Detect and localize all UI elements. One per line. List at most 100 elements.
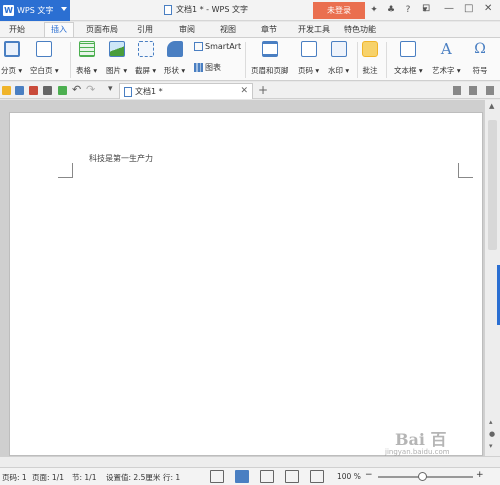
title-bar: W WPS 文字 文档1 * - WPS 文字 未登录 ✦ ♣ ? ▾ ⊡ — … [0, 0, 500, 21]
help-icon[interactable]: ? [402, 3, 414, 16]
page-view-button[interactable] [235, 470, 249, 483]
app-name: WPS 文字 [17, 6, 54, 15]
select-browse-icon[interactable]: ● [489, 430, 495, 438]
outline-view-button[interactable] [260, 470, 274, 483]
ribbon-divider [70, 42, 71, 78]
picture-button[interactable]: 图片 ▾ [106, 41, 127, 76]
margin-corner-top-right [458, 163, 473, 178]
comment-button[interactable]: 批注 [362, 41, 378, 76]
screenshot-button[interactable]: 截屏 ▾ [135, 41, 156, 76]
wordart-button[interactable]: A 艺术字 ▾ [432, 41, 461, 76]
tab-developer[interactable]: 开发工具 [298, 24, 330, 35]
blank-page-icon [36, 41, 53, 57]
undo-icon[interactable]: ↶ [72, 83, 81, 96]
open-icon[interactable] [2, 86, 11, 95]
maximize-icon[interactable]: □ [464, 3, 473, 14]
textbox-button[interactable]: 文本框 ▾ [394, 41, 423, 76]
header-footer-icon [261, 41, 278, 57]
ribbon-divider [245, 42, 246, 78]
close-icon[interactable]: ✕ [484, 3, 492, 14]
status-section: 节: 1/1 [72, 473, 97, 482]
watermark-button[interactable]: 水印 ▾ [328, 41, 349, 76]
document-text[interactable]: 科技是第一生产力 [89, 153, 153, 164]
comment-icon [362, 41, 378, 57]
close-icon[interactable]: ✕ [240, 86, 248, 96]
chart-button[interactable]: 图表 [194, 62, 221, 73]
ribbon-divider [357, 42, 358, 78]
tab-document[interactable]: 文档1 * ✕ [119, 83, 253, 99]
next-page-icon[interactable]: ▾ [489, 442, 493, 450]
new-tab-button[interactable]: + [258, 83, 268, 97]
chart-icon [194, 63, 203, 72]
chevron-down-icon [61, 7, 67, 11]
restore-icon[interactable]: ⊡ [422, 3, 430, 14]
document-icon [124, 86, 132, 97]
fullscreen-view-button[interactable] [210, 470, 224, 483]
tab-start[interactable]: 开始 [9, 24, 25, 35]
tab-features[interactable]: 特色功能 [344, 24, 376, 35]
print-icon[interactable] [43, 86, 52, 95]
toolbar-icon-b[interactable] [469, 86, 477, 95]
blank-page-button[interactable]: 空白页 ▾ [30, 41, 59, 76]
tab-review[interactable]: 审阅 [179, 24, 195, 35]
pdf-icon[interactable] [29, 86, 38, 95]
ribbon: 分页 ▾ 空白页 ▾ 表格 ▾ 图片 ▾ 截屏 ▾ 形状 ▾ SmartArt … [0, 37, 500, 81]
status-row: 行: 1 [163, 473, 181, 482]
tab-insert[interactable]: 插入 [44, 22, 74, 38]
scroll-up-icon[interactable]: ▲ [489, 102, 494, 110]
menu-tabs: 开始 插入 页面布局 引用 审阅 视图 章节 开发工具 特色功能 [0, 22, 500, 38]
page-number-button[interactable]: 页码 ▾ [298, 41, 319, 76]
document-icon [164, 4, 172, 15]
zoom-out-icon[interactable]: − [365, 470, 373, 480]
quick-access-bar: ↶ ↷ ▾ 文档1 * ✕ + [0, 82, 500, 99]
tab-chapter[interactable]: 章节 [261, 24, 277, 35]
status-setting: 设置值: 2.5厘米 [106, 473, 161, 482]
table-button[interactable]: 表格 ▾ [76, 41, 97, 76]
watermark-icon [330, 41, 347, 57]
feedback-icon[interactable]: ♣ [385, 3, 397, 16]
status-bar: 页码: 1 页面: 1/1 节: 1/1 设置值: 2.5厘米 行: 1 100… [0, 467, 500, 485]
margin-corner-top-left [58, 163, 73, 178]
status-pages: 页面: 1/1 [32, 473, 64, 482]
horizontal-scrollbar[interactable] [0, 456, 500, 467]
baidu-watermark-url: jingyan.baidu.com [385, 448, 450, 456]
zoom-slider-thumb[interactable] [418, 472, 427, 481]
wps-logo-icon: W [3, 5, 14, 16]
doc-tab-label: 文档1 * [135, 87, 163, 96]
toolbar-icon-a[interactable] [453, 86, 461, 95]
reading-view-button[interactable] [310, 470, 324, 483]
picture-icon [108, 41, 125, 57]
tab-references[interactable]: 引用 [137, 24, 153, 35]
header-footer-button[interactable]: 页眉和页脚 [251, 41, 289, 76]
chevron-down-icon[interactable]: ▾ [108, 84, 113, 94]
save-icon[interactable] [15, 86, 24, 95]
web-view-button[interactable] [285, 470, 299, 483]
window-title: 文档1 * - WPS 文字 [164, 4, 248, 15]
symbol-button[interactable]: Ω 符号 [472, 41, 488, 76]
smartart-button[interactable]: SmartArt [194, 42, 241, 51]
page-break-icon [3, 41, 20, 57]
scroll-thumb[interactable] [488, 120, 497, 250]
toolbar-icon-c[interactable] [486, 86, 494, 95]
shape-button[interactable]: 形状 ▾ [164, 41, 185, 76]
tab-page-layout[interactable]: 页面布局 [86, 24, 118, 35]
shape-icon [166, 41, 183, 57]
window-title-text: 文档1 * - WPS 文字 [176, 5, 248, 14]
prev-page-icon[interactable]: ▴ [489, 418, 493, 426]
baidu-watermark: Bai 百 [395, 430, 447, 449]
tab-view[interactable]: 视图 [220, 24, 236, 35]
minimize-icon[interactable]: — [444, 3, 454, 14]
zoom-level[interactable]: 100 % [337, 472, 361, 481]
zoom-in-icon[interactable]: + [476, 470, 484, 480]
document-page[interactable]: 科技是第一生产力 [9, 112, 483, 456]
shirt-icon[interactable]: ✦ [368, 3, 380, 16]
login-button[interactable]: 未登录 [313, 2, 365, 19]
status-page-number: 页码: 1 [2, 473, 27, 482]
symbol-icon: Ω [474, 41, 486, 57]
page-break-button[interactable]: 分页 ▾ [1, 41, 22, 76]
preview-icon[interactable] [58, 86, 67, 95]
redo-icon[interactable]: ↷ [86, 83, 95, 96]
textbox-icon [400, 41, 417, 57]
app-menu-button[interactable]: W WPS 文字 [0, 0, 70, 21]
screenshot-icon [137, 41, 154, 57]
